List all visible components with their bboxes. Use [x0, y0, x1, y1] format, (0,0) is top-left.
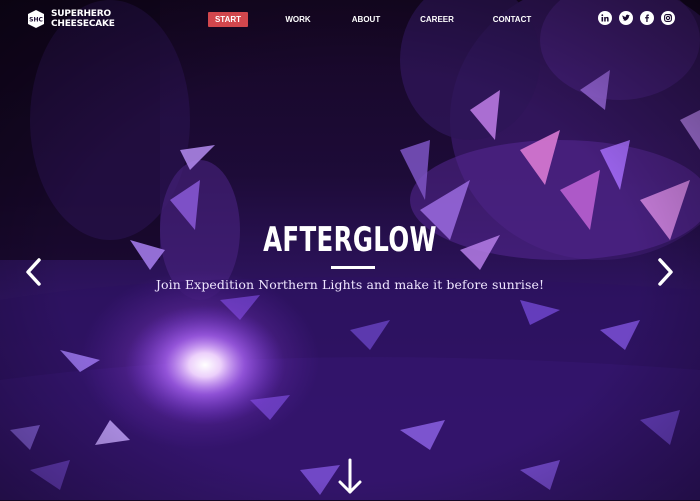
- brand-line-1: SUPERHERO: [51, 9, 111, 19]
- nav-item-work[interactable]: WORK: [277, 12, 319, 27]
- instagram-icon[interactable]: [661, 11, 675, 25]
- chevron-left-icon[interactable]: [24, 258, 44, 291]
- nav-item-start[interactable]: START: [208, 12, 248, 27]
- title-divider: [331, 266, 375, 269]
- facebook-icon[interactable]: [640, 11, 654, 25]
- brand-line-2: CHEESECAKE: [51, 19, 115, 29]
- hero-subtitle: Join Expedition Northern Lights and make…: [155, 277, 545, 292]
- linkedin-icon[interactable]: [598, 11, 612, 25]
- brand-logo[interactable]: SHC SUPERHERO CHEESECAKE: [26, 8, 115, 30]
- nav-item-career[interactable]: CAREER: [412, 12, 462, 27]
- twitter-icon[interactable]: [619, 11, 633, 25]
- shc-badge-icon: SHC: [26, 9, 46, 29]
- nav-item-about[interactable]: ABOUT: [342, 12, 390, 27]
- hero-title: AFTERGLOW: [263, 220, 437, 260]
- site-header: SHC SUPERHERO CHEESECAKE START WORK ABOU…: [0, 0, 700, 40]
- nav-item-contact[interactable]: CONTACT: [485, 12, 539, 27]
- chevron-right-icon[interactable]: [655, 258, 675, 291]
- arrow-down-icon[interactable]: [338, 458, 362, 501]
- svg-text:SHC: SHC: [29, 17, 43, 24]
- brand-name: SUPERHERO CHEESECAKE: [51, 9, 115, 29]
